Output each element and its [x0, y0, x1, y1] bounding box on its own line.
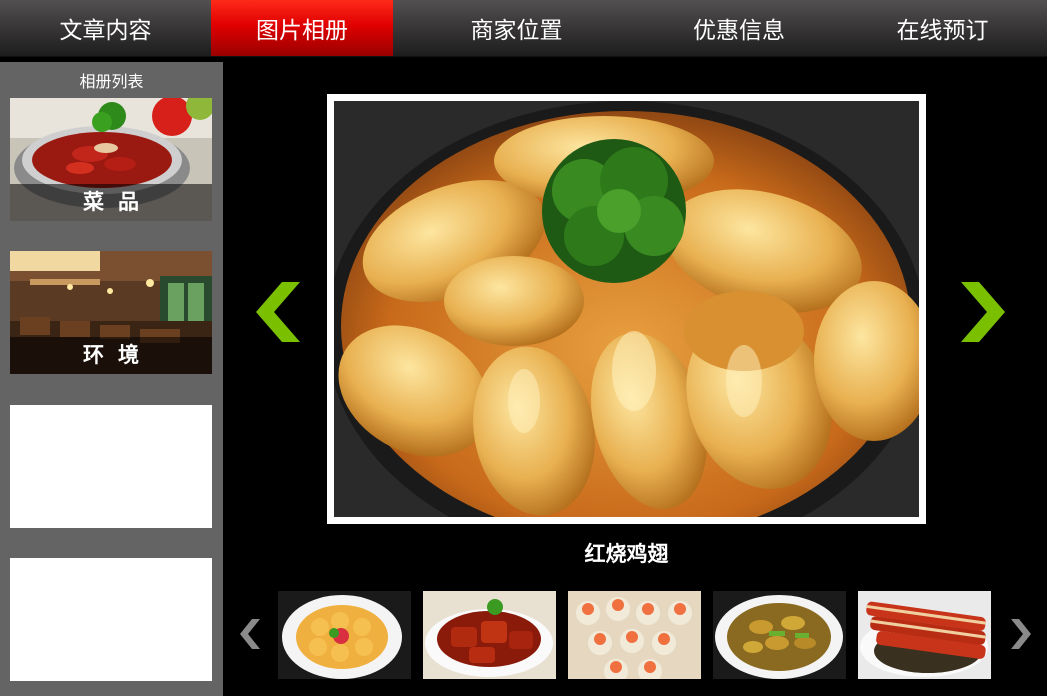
album-dishes-label: 菜品 [10, 184, 212, 221]
album-sidebar: 相册列表 菜品 环境 [0, 62, 223, 696]
prev-image-button[interactable] [254, 280, 302, 344]
thumbnail-3-image [568, 591, 701, 679]
thumbnail-1-image [278, 591, 411, 679]
thumbnail-2[interactable] [423, 591, 556, 679]
album-environment[interactable]: 环境 [10, 251, 212, 374]
thumbs-prev-button[interactable] [238, 617, 264, 651]
top-nav: 文章内容 图片相册 商家位置 优惠信息 在线预订 [0, 0, 1047, 57]
next-image-button[interactable] [959, 280, 1007, 344]
chevron-left-icon [256, 282, 300, 342]
photo-caption: 红烧鸡翅 [584, 542, 669, 566]
main-photo-frame [327, 94, 926, 524]
album-slot-empty-1[interactable] [10, 405, 212, 528]
thumbnail-2-image [423, 591, 556, 679]
tab-location[interactable]: 商家位置 [393, 0, 640, 56]
tab-online-booking[interactable]: 在线预订 [838, 0, 1047, 56]
album-list-title: 相册列表 [79, 72, 144, 91]
tab-photo-album[interactable]: 图片相册 [211, 0, 393, 56]
album-environment-label: 环境 [10, 337, 212, 374]
chevron-right-icon [1011, 619, 1031, 649]
thumbs-next-button[interactable] [1007, 617, 1033, 651]
thumbnail-4[interactable] [713, 591, 846, 679]
thumbnail-3[interactable] [568, 591, 701, 679]
album-slot-empty-2[interactable] [10, 558, 212, 681]
tab-promotions[interactable]: 优惠信息 [640, 0, 838, 56]
thumbnail-5-image [858, 591, 991, 679]
thumbnail-4-image [713, 591, 846, 679]
chevron-left-icon [240, 619, 260, 649]
thumbnail-1[interactable] [278, 591, 411, 679]
chevron-right-icon [961, 282, 1005, 342]
thumbnail-5[interactable] [858, 591, 991, 679]
main-photo[interactable] [334, 101, 919, 517]
tab-articles[interactable]: 文章内容 [0, 0, 211, 56]
album-dishes[interactable]: 菜品 [10, 98, 212, 221]
